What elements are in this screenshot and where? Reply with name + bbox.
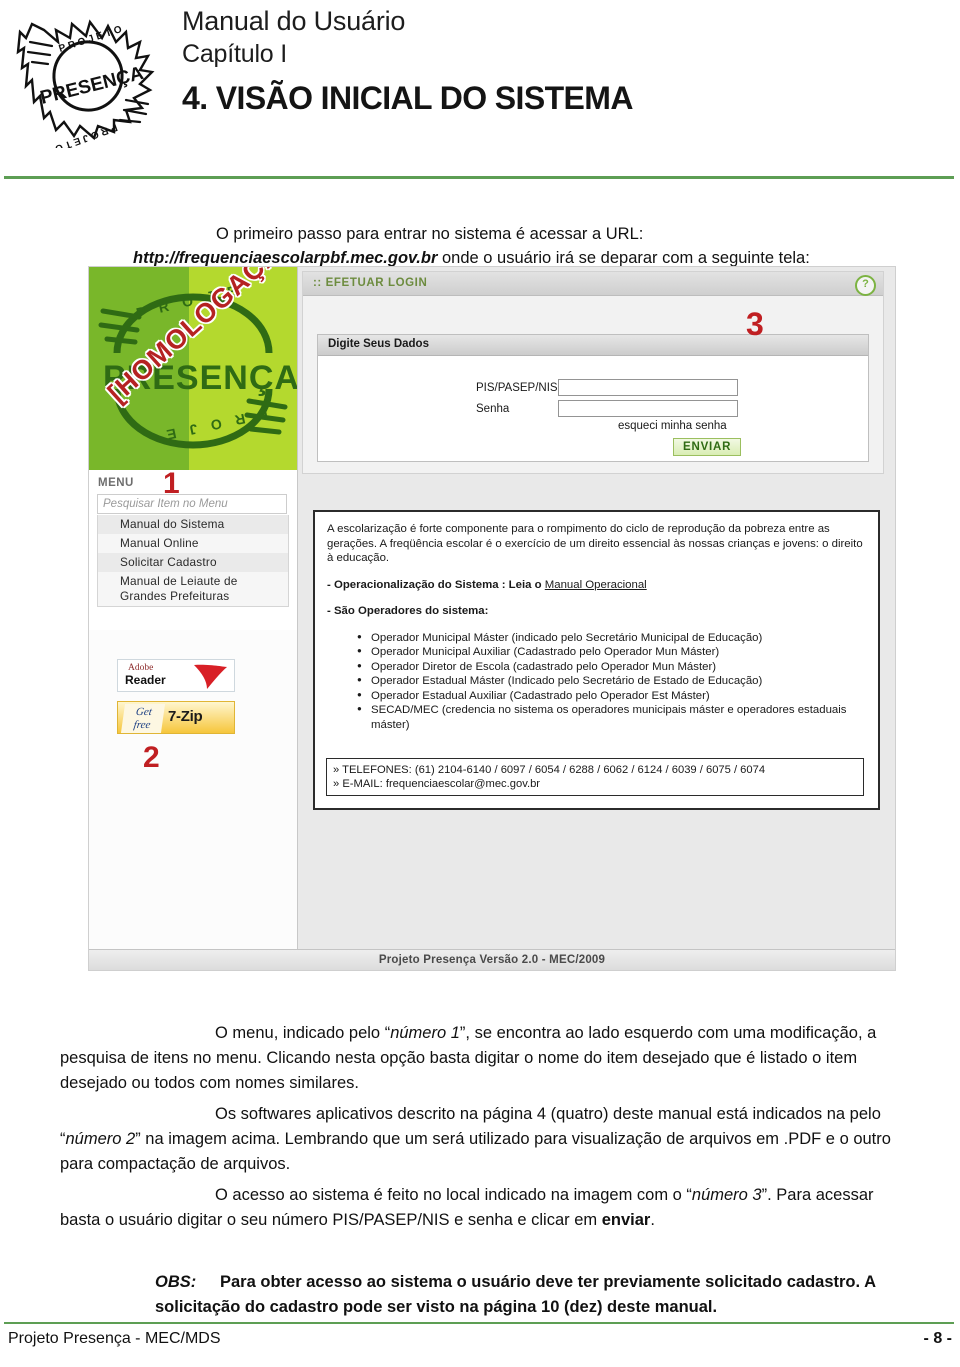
- manual-operacional-link[interactable]: Manual Operacional: [545, 579, 647, 591]
- header-divider: [4, 176, 954, 179]
- adobe-wordmark-top: Adobe: [128, 663, 154, 673]
- list-item: Operador Municipal Auxiliar (Cadastrado …: [357, 644, 866, 660]
- screenshot-left-column: P R O J E PRESENÇA P R O J E [HOMOLOGAÇÃ…: [89, 267, 298, 949]
- list-item: Operador Municipal Máster (indicado pelo…: [357, 630, 866, 646]
- adobe-wordmark-bottom: Reader: [125, 673, 166, 687]
- para-menu-emphasis: número 1: [390, 1023, 460, 1042]
- zip-get-word: Get: [135, 706, 153, 718]
- projeto-presenca-logo-icon: PRESENÇA PROJETO PROJETO: [8, 8, 168, 155]
- chapter-label: Capítulo I: [182, 40, 288, 68]
- email-line: » E-MAIL: frequenciaescolar@mec.gov.br: [333, 778, 541, 790]
- list-item: SECAD/MEC (credencia no sistema os opera…: [357, 702, 866, 732]
- credentials-box: Digite Seus Dados PIS/PASEP/NIS Senha es…: [317, 334, 869, 462]
- telephones-line: » TELEFONES: (61) 2104-6140 / 6097 / 605…: [333, 764, 766, 776]
- intro-text-after: onde o usuário irá se deparar com a segu…: [437, 248, 810, 267]
- svg-text:PROJETO: PROJETO: [58, 23, 127, 55]
- adobe-swoosh-icon: [194, 664, 227, 689]
- para-access-part1: O acesso ao sistema é feito no local ind…: [215, 1185, 692, 1204]
- paragraph-access: O acesso ao sistema é feito no local ind…: [60, 1183, 900, 1233]
- pis-label: PIS/PASEP/NIS: [476, 381, 558, 394]
- para-menu-part2: ”, se encontra ao lado esquerdo com uma …: [60, 1023, 877, 1092]
- menu-list: Manual do Sistema Manual Online Solicita…: [97, 515, 289, 607]
- callout-marker-2: 2: [143, 741, 160, 774]
- senha-input[interactable]: [558, 400, 738, 417]
- contact-box: » TELEFONES: (61) 2104-6140 / 6097 / 605…: [326, 758, 864, 796]
- para-access-bold: enviar: [601, 1210, 651, 1229]
- screenshot-footer: Projeto Presença Versão 2.0 - MEC/2009: [89, 949, 895, 970]
- zip-free-word: free: [132, 719, 152, 731]
- pis-input[interactable]: [558, 379, 738, 396]
- menu-search-input[interactable]: Pesquisar Item no Menu: [97, 494, 287, 514]
- system-url: http://frequenciaescolarpbf.mec.gov.br: [133, 248, 438, 267]
- operational-line: - Operacionalização do Sistema : Leia o …: [327, 578, 866, 593]
- sidebar-item-solicitar-cadastro[interactable]: Solicitar Cadastro: [98, 553, 288, 572]
- list-item: Operador Estadual Máster (Indicado pelo …: [357, 673, 866, 689]
- sidebar-item-manual-leiaute[interactable]: Manual de Leiaute de Grandes Prefeituras: [98, 572, 288, 606]
- sidebar-item-manual-do-sistema[interactable]: Manual do Sistema: [98, 515, 288, 534]
- callout-marker-3: 3: [746, 306, 764, 342]
- menu-heading: MENU: [98, 477, 134, 489]
- para-access-part3: .: [650, 1210, 655, 1229]
- section-title: 4. VISÃO INICIAL DO SISTEMA: [182, 80, 633, 116]
- adobe-reader-icon[interactable]: Adobe Reader: [117, 659, 235, 692]
- operators-list: Operador Municipal Máster (indicado pelo…: [327, 630, 866, 733]
- senha-row: Senha: [476, 400, 738, 417]
- list-item: Operador Estadual Auxiliar (Cadastrado p…: [357, 688, 866, 704]
- senha-label: Senha: [476, 402, 510, 415]
- paragraph-menu: O menu, indicado pelo “número 1”, se enc…: [60, 1021, 900, 1096]
- forgot-password-link[interactable]: esqueci minha senha: [618, 420, 727, 432]
- header-text-block: Manual do Usuário Capítulo I 4. VISÃO IN…: [182, 4, 922, 119]
- footer-divider: [4, 1322, 954, 1324]
- intro-paragraph: O primeiro passo para entrar no sistema …: [133, 222, 943, 270]
- para-soft-emphasis: número 2: [65, 1129, 136, 1148]
- screenshot-right-column: :: EFETUAR LOGIN ? Digite Seus Dados PIS…: [298, 267, 895, 949]
- login-panel: :: EFETUAR LOGIN ? Digite Seus Dados PIS…: [302, 271, 884, 474]
- paragraph-obs: OBS: Para obter acesso ao sistema o usuár…: [155, 1270, 915, 1320]
- document-header: PRESENÇA PROJETO PROJETO Manual do Usuár…: [0, 0, 960, 186]
- para-menu-part1: O menu, indicado pelo “: [215, 1023, 391, 1042]
- seven-zip-getfree-label: Get free: [120, 704, 166, 733]
- paragraph-software: Os softwares aplicativos descrito na pág…: [60, 1102, 900, 1177]
- obs-label: OBS:: [155, 1272, 197, 1291]
- seven-zip-icon[interactable]: Get free 7-Zip: [117, 701, 235, 734]
- para-access-emphasis: número 3: [691, 1185, 762, 1204]
- footer-left-text: Projeto Presença - MEC/MDS: [8, 1330, 221, 1347]
- software-download-icons: Adobe Reader Get free 7-Zip 2: [117, 659, 277, 775]
- operators-heading: - São Operadores do sistema:: [327, 605, 489, 617]
- credentials-box-title: Digite Seus Dados: [328, 338, 429, 350]
- para-soft-part2: ” na imagem acima. Lembrando que um será…: [60, 1129, 891, 1173]
- login-panel-title: :: EFETUAR LOGIN: [313, 277, 428, 289]
- intro-text-before: O primeiro passo para entrar no sistema …: [216, 224, 644, 243]
- info-panel: A escolarização é forte componente para …: [313, 510, 880, 810]
- sidebar-item-manual-online[interactable]: Manual Online: [98, 534, 288, 553]
- list-item: Operador Diretor de Escola (cadastrado p…: [357, 659, 866, 675]
- obs-text: Para obter acesso ao sistema o usuário d…: [155, 1272, 876, 1316]
- presenca-banner: P R O J E PRESENÇA P R O J E [HOMOLOGAÇÃ…: [89, 267, 297, 470]
- operational-prefix: - Operacionalização do Sistema : Leia o: [327, 578, 545, 591]
- pis-row: PIS/PASEP/NIS: [476, 379, 738, 396]
- menu-zone: MENU 1 Pesquisar Item no Menu Manual do …: [89, 467, 297, 630]
- enviar-button[interactable]: ENVIAR: [673, 438, 742, 456]
- seven-zip-name: 7-Zip: [168, 708, 203, 725]
- help-icon[interactable]: ?: [855, 275, 876, 296]
- manual-title: Manual do Usuário: [182, 6, 406, 36]
- page-number: - 8 -: [923, 1330, 952, 1347]
- info-intro-paragraph: A escolarização é forte componente para …: [327, 523, 863, 564]
- system-screenshot: P R O J E PRESENÇA P R O J E [HOMOLOGAÇÃ…: [88, 266, 896, 971]
